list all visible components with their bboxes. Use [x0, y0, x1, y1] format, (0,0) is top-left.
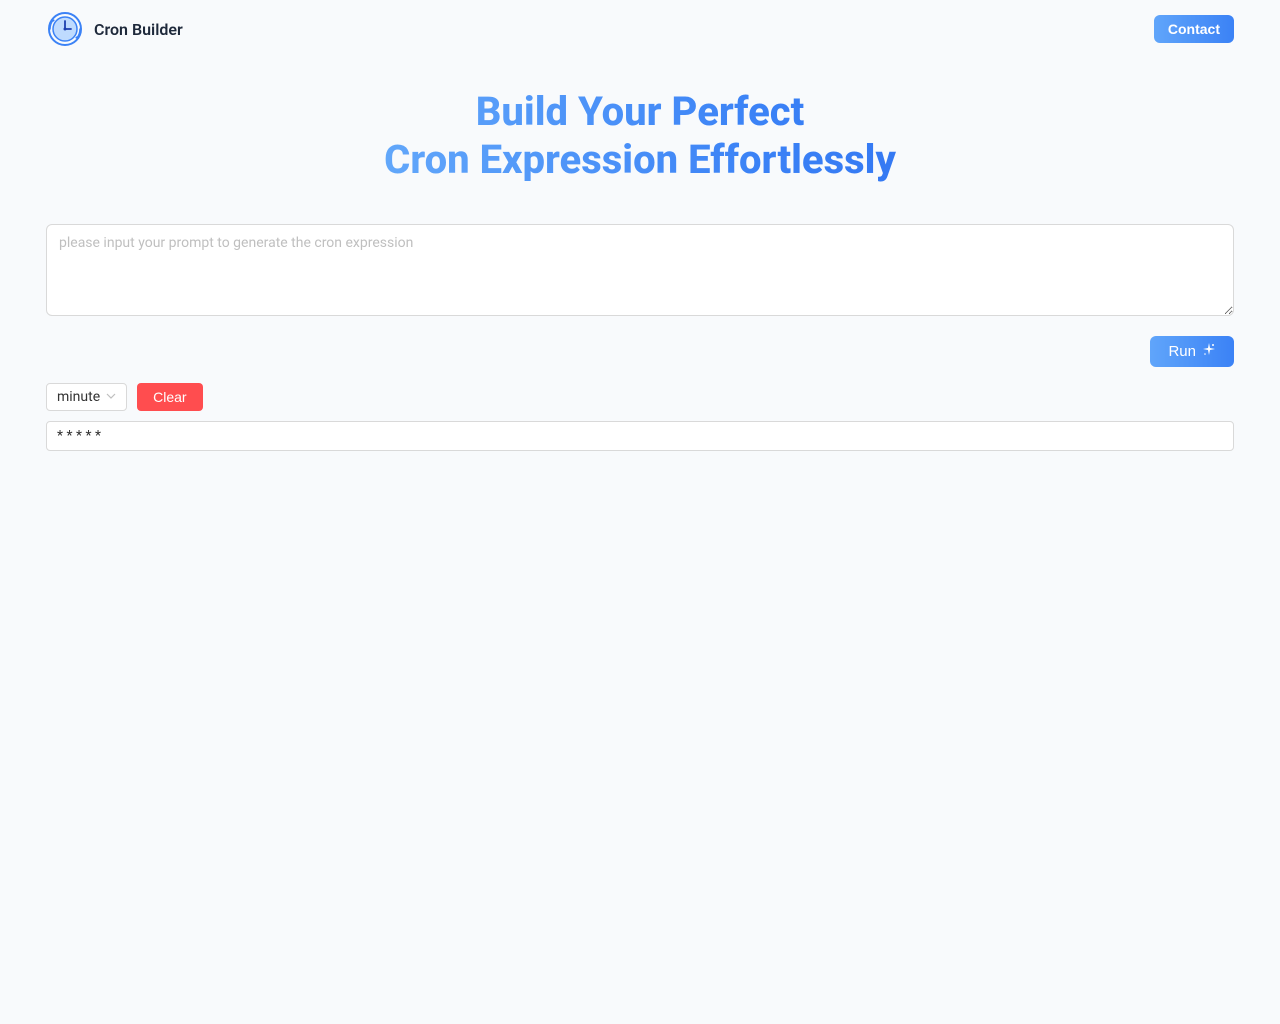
- chevron-down-icon: [106, 389, 116, 405]
- logo-section: Cron Builder: [46, 10, 183, 48]
- logo-text: Cron Builder: [94, 20, 183, 39]
- clear-button[interactable]: Clear: [137, 383, 202, 411]
- main-content: Build Your Perfect Cron Expression Effor…: [0, 58, 1280, 481]
- hero-title: Build Your Perfect Cron Expression Effor…: [46, 88, 1234, 184]
- clock-logo-icon: [46, 10, 84, 48]
- sparkle-icon: [1202, 343, 1216, 360]
- cron-expression-output[interactable]: [46, 421, 1234, 451]
- period-select[interactable]: minute: [46, 383, 127, 411]
- run-row: Run: [46, 336, 1234, 367]
- controls-row: minute Clear: [46, 383, 1234, 411]
- contact-button[interactable]: Contact: [1154, 15, 1234, 43]
- hero-title-line2: Cron Expression Effortlessly: [384, 136, 896, 183]
- header: Cron Builder Contact: [0, 0, 1280, 58]
- run-button[interactable]: Run: [1150, 336, 1234, 367]
- run-button-label: Run: [1168, 343, 1196, 360]
- prompt-input[interactable]: [46, 224, 1234, 316]
- hero-title-line1: Build Your Perfect: [476, 88, 805, 135]
- period-select-value: minute: [57, 389, 100, 405]
